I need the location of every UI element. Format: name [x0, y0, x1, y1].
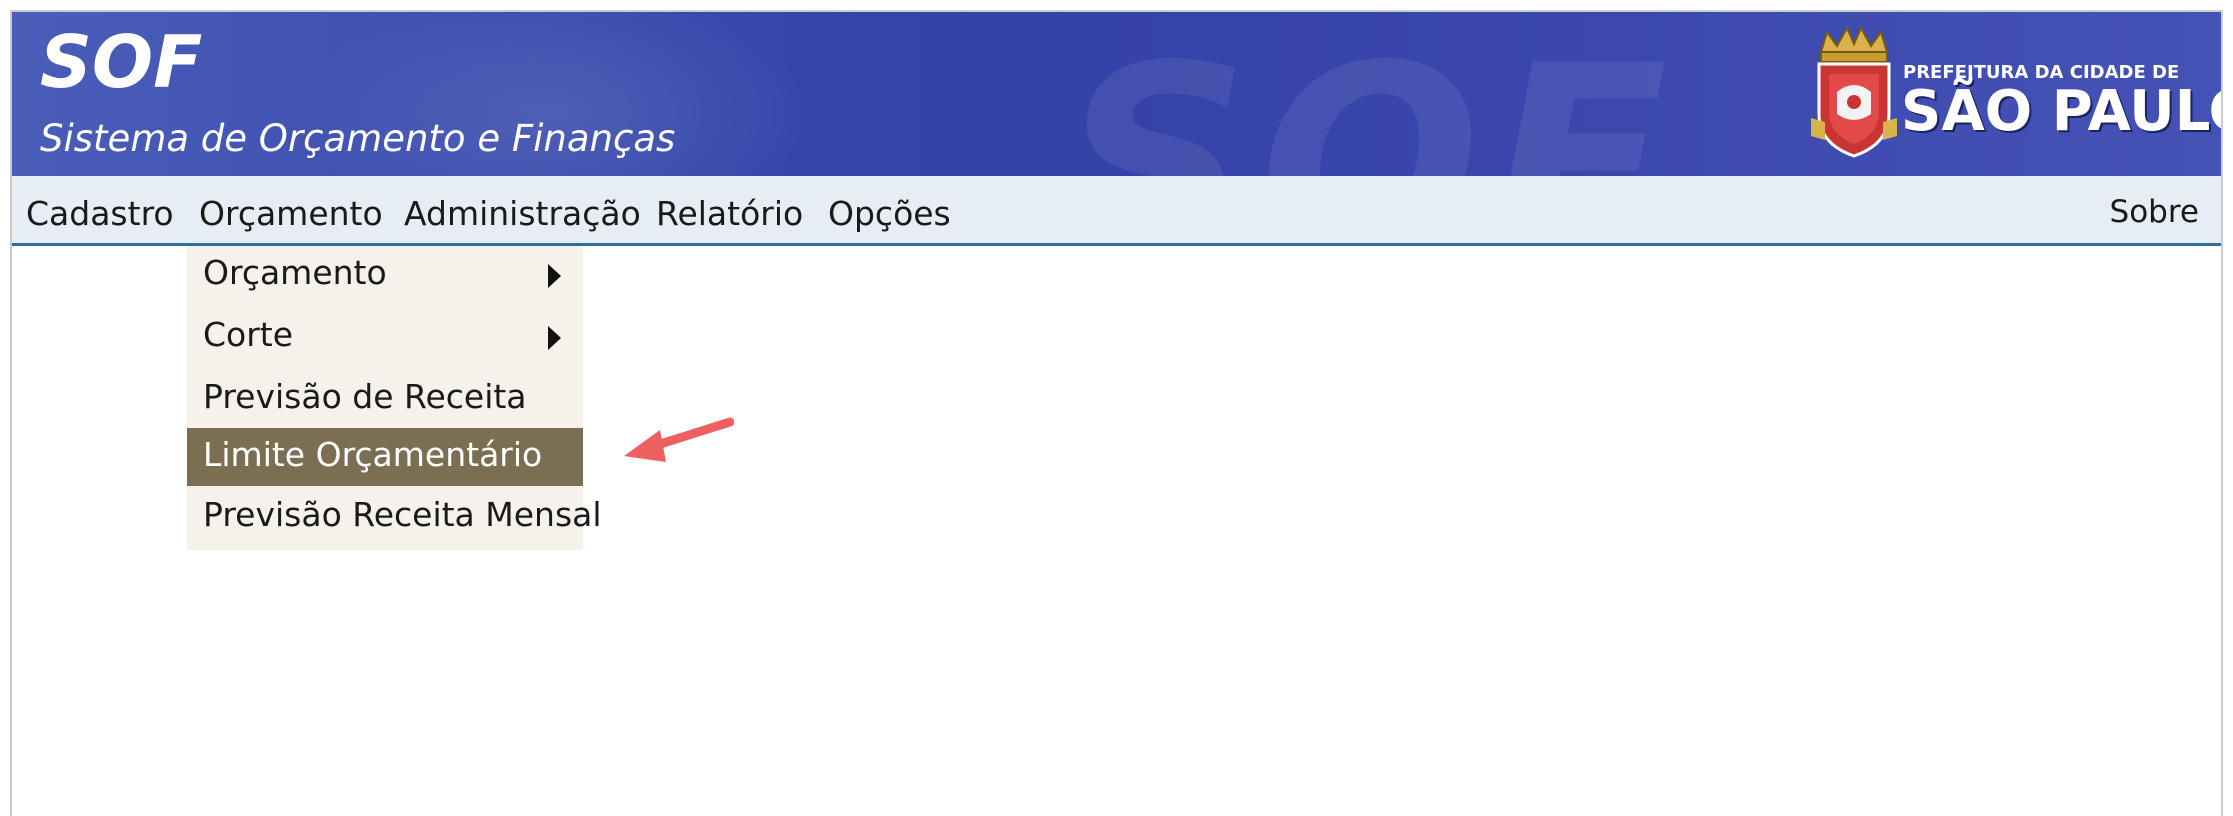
main-menubar: Cadastro Orçamento Administração Relatór… [12, 176, 2221, 246]
dropdown-item-label: Orçamento [203, 253, 387, 292]
header-banner: SOF SOF Sistema de Orçamento e Finanças … [12, 12, 2221, 176]
menu-administracao[interactable]: Administração [404, 194, 641, 233]
orcamento-dropdown-menu: Orçamento Corte Previsão de Receita Limi… [187, 246, 602, 550]
app-title: SOF [40, 20, 203, 104]
menu-sobre[interactable]: Sobre [2110, 194, 2199, 230]
logo-text-sao-paulo: SÃO PAULO [1901, 79, 2221, 144]
menu-opcoes[interactable]: Opções [828, 194, 951, 233]
app-subtitle: Sistema de Orçamento e Finanças [40, 117, 676, 160]
submenu-arrow-icon [548, 326, 561, 350]
dropdown-item-limite-orcamentario[interactable]: Limite Orçamentário [187, 428, 583, 486]
dropdown-item-orcamento[interactable]: Orçamento [187, 246, 583, 304]
submenu-arrow-icon [548, 264, 561, 288]
banner-watermark: SOF [1062, 12, 1678, 176]
dropdown-item-label: Previsão Receita Mensal [203, 495, 602, 534]
menu-orcamento[interactable]: Orçamento [199, 194, 383, 233]
menu-relatorio[interactable]: Relatório [656, 194, 803, 233]
dropdown-item-label: Limite Orçamentário [203, 435, 543, 474]
menu-cadastro[interactable]: Cadastro [26, 194, 174, 233]
prefeitura-logo: PREFEITURA DA CIDADE DE SÃO PAULO [1811, 22, 2221, 162]
app-window: SOF SOF Sistema de Orçamento e Finanças … [10, 10, 2223, 816]
dropdown-item-corte[interactable]: Corte [187, 308, 583, 366]
dropdown-item-previsao-receita-mensal[interactable]: Previsão Receita Mensal [187, 488, 602, 546]
red-pointer-arrow-icon [624, 417, 734, 462]
dropdown-item-label: Previsão de Receita [203, 377, 527, 416]
dropdown-item-previsao-de-receita[interactable]: Previsão de Receita [187, 370, 583, 428]
dropdown-item-label: Corte [203, 315, 294, 354]
city-coat-of-arms-icon [1811, 25, 1897, 158]
